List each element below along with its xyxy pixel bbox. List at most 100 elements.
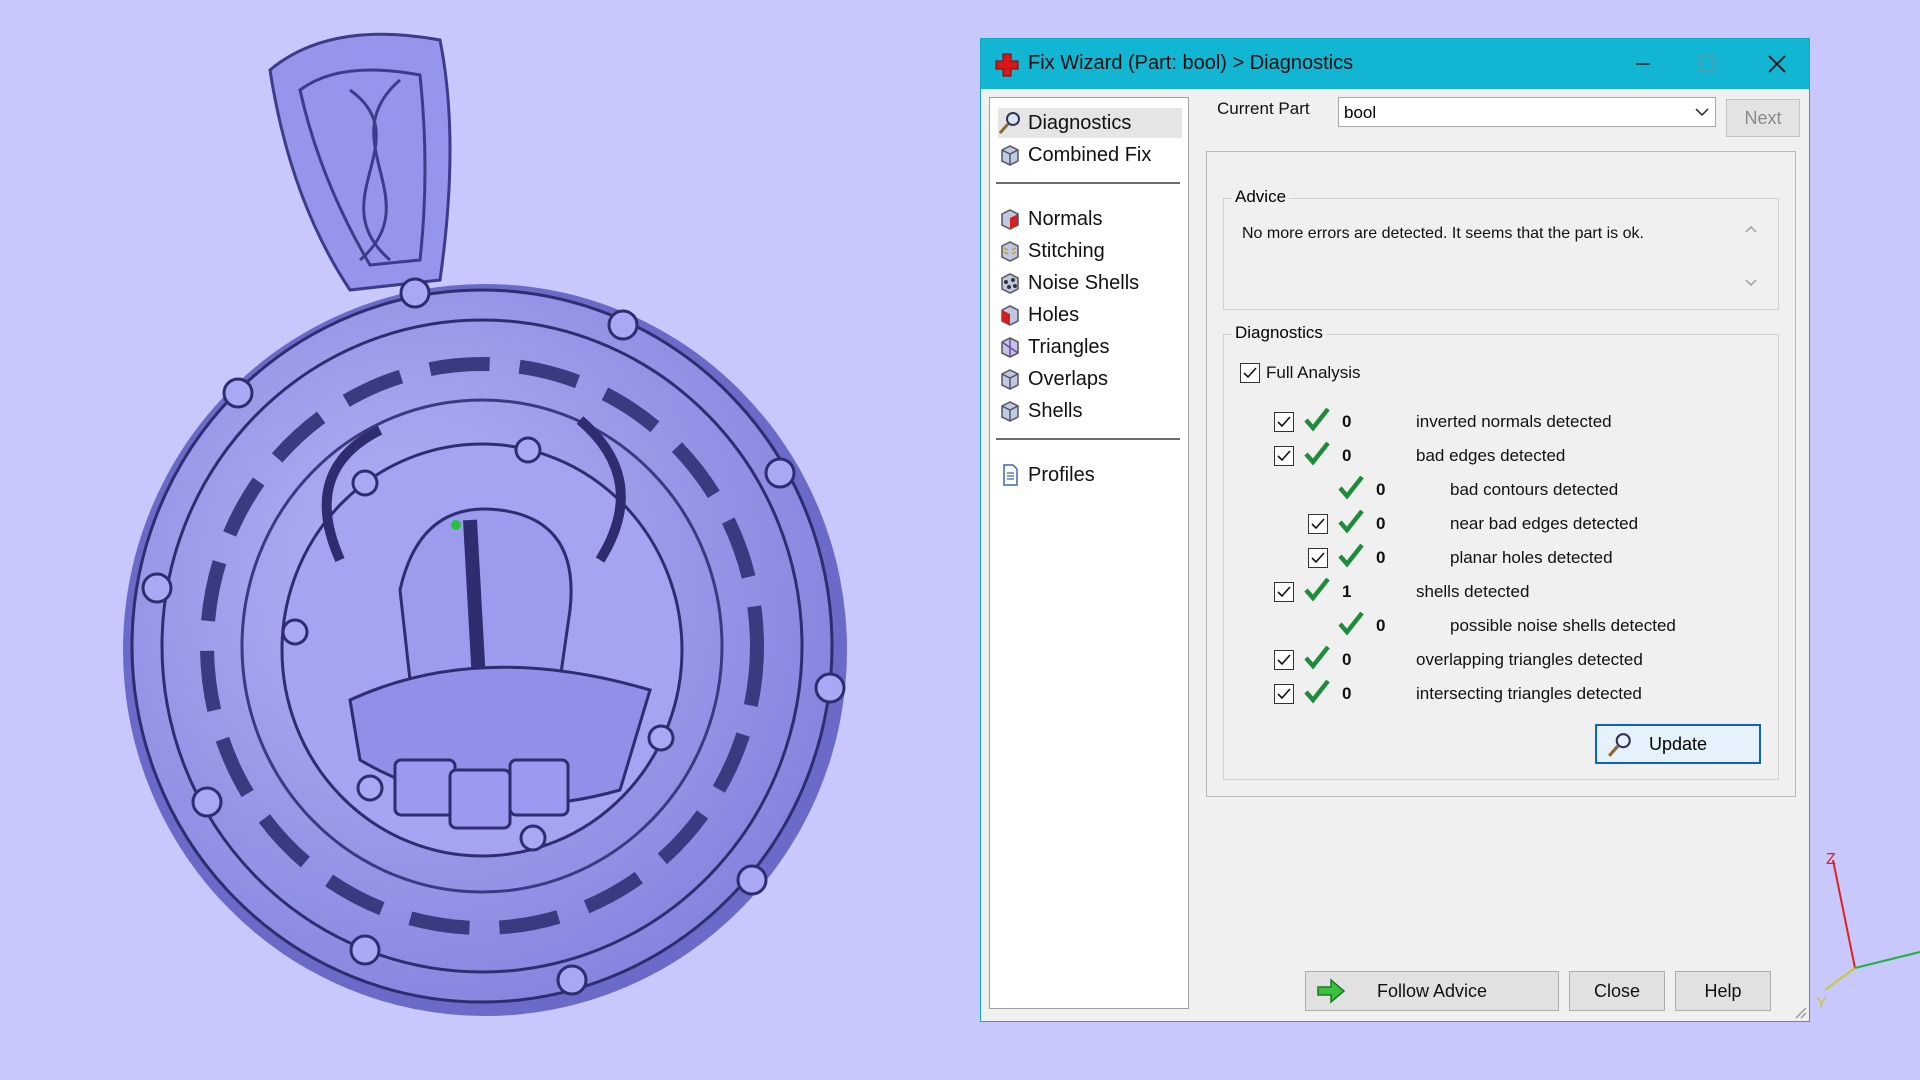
- magnifier-icon: [1607, 733, 1631, 757]
- advice-group: Advice No more errors are detected. It s…: [1223, 187, 1779, 310]
- row-checkbox[interactable]: [1308, 548, 1328, 568]
- row-count: 0: [1342, 684, 1352, 703]
- noise-shells-icon: [1001, 273, 1019, 294]
- row-count: 0: [1342, 412, 1352, 431]
- diagnostics-panel: Advice No more errors are detected. It s…: [1206, 151, 1796, 797]
- axis-y-label: Y: [1816, 995, 1827, 1012]
- green-check-icon: [1338, 509, 1364, 534]
- nav-item-noise-shells[interactable]: Noise Shells: [998, 268, 1182, 298]
- update-button[interactable]: Update: [1595, 724, 1761, 764]
- nav-item-label: Profiles: [1028, 463, 1095, 486]
- diagnostics-group: Diagnostics Full Analysis 0 inverted nor…: [1223, 323, 1779, 780]
- full-analysis-checkbox[interactable]: [1240, 363, 1260, 383]
- nav-item-overlaps[interactable]: Overlaps: [998, 364, 1182, 394]
- checkmark-icon: [1277, 586, 1291, 598]
- profile-document-icon: [1003, 464, 1018, 486]
- row-label: shells detected: [1416, 582, 1530, 601]
- current-part-label: Current Part: [1217, 99, 1310, 118]
- nav-item-diagnostics[interactable]: Diagnostics: [998, 108, 1182, 138]
- row-label: bad contours detected: [1450, 480, 1619, 499]
- row-label: near bad edges detected: [1450, 514, 1639, 533]
- row-checkbox[interactable]: [1274, 650, 1294, 670]
- row-checkbox[interactable]: [1274, 446, 1294, 466]
- minimize-button[interactable]: [1611, 39, 1675, 89]
- nav-item-stitching[interactable]: Stitching: [998, 236, 1182, 266]
- advice-text: No more errors are detected. It seems th…: [1242, 225, 1644, 242]
- green-check-icon: [1338, 543, 1364, 568]
- green-check-icon: [1304, 407, 1330, 432]
- stitching-icon: [1001, 241, 1019, 262]
- green-check-icon: [1304, 441, 1330, 466]
- maximize-button[interactable]: [1675, 39, 1739, 89]
- help-button-label: Help: [1704, 980, 1742, 1001]
- green-arrow-icon: [1317, 978, 1346, 1004]
- cube-icon: [1001, 145, 1019, 166]
- row-count: 0: [1342, 650, 1352, 669]
- close-window-button[interactable]: [1745, 39, 1809, 89]
- help-button[interactable]: Help: [1675, 971, 1771, 1011]
- green-check-icon: [1304, 645, 1330, 670]
- nav-item-holes[interactable]: Holes: [998, 300, 1182, 330]
- nav-item-label: Holes: [1028, 303, 1080, 326]
- fix-wizard-dialog: Fix Wizard (Part: bool) > Diagnostics Di…: [980, 38, 1810, 1022]
- row-label: possible noise shells detected: [1450, 616, 1676, 635]
- green-check-icon: [1338, 611, 1364, 636]
- row-checkbox[interactable]: [1308, 514, 1328, 534]
- advice-scrollbar[interactable]: [1740, 219, 1762, 295]
- close-button[interactable]: Close: [1569, 971, 1665, 1011]
- update-button-label: Update: [1648, 733, 1708, 754]
- minimize-icon: [1636, 63, 1650, 65]
- diagnostics-title: Diagnostics: [1232, 323, 1326, 343]
- nav-item-label: Shells: [1028, 399, 1083, 422]
- maximize-icon: [1699, 56, 1715, 72]
- nav-separator: [996, 182, 1180, 184]
- axis-z-label: Z: [1826, 851, 1836, 868]
- row-checkbox[interactable]: [1274, 684, 1294, 704]
- current-part-value: bool: [1344, 103, 1377, 122]
- nav-item-normals[interactable]: Normals: [998, 204, 1182, 234]
- follow-advice-button[interactable]: Follow Advice: [1305, 971, 1559, 1011]
- title-bar[interactable]: Fix Wizard (Part: bool) > Diagnostics: [981, 39, 1809, 89]
- normals-icon: [1001, 209, 1019, 230]
- row-count: 0: [1376, 548, 1386, 567]
- checkmark-icon: [1277, 654, 1291, 666]
- advice-title: Advice: [1232, 187, 1290, 207]
- next-button[interactable]: Next: [1726, 99, 1800, 137]
- holes-icon: [1001, 305, 1019, 326]
- nav-item-label: Noise Shells: [1028, 271, 1140, 294]
- nav-item-label: Stitching: [1028, 239, 1105, 262]
- row-label: intersecting triangles detected: [1416, 684, 1642, 703]
- magnifier-icon: [998, 112, 1020, 134]
- resize-grip-icon[interactable]: [1793, 1005, 1807, 1019]
- nav-item-label: Normals: [1028, 207, 1103, 230]
- chevron-down-icon: [1695, 108, 1709, 117]
- checkmark-icon: [1311, 518, 1325, 530]
- row-label: inverted normals detected: [1416, 412, 1612, 431]
- scroll-up-icon: [1745, 225, 1757, 233]
- scroll-down-icon: [1745, 279, 1757, 287]
- row-checkbox[interactable]: [1274, 412, 1294, 432]
- red-cross-icon: [995, 53, 1019, 77]
- nav-item-triangles[interactable]: Triangles: [998, 332, 1182, 362]
- nav-item-shells[interactable]: Shells: [998, 396, 1182, 426]
- current-part-select[interactable]: bool: [1338, 97, 1716, 127]
- nav-item-label: Overlaps: [1028, 367, 1109, 390]
- checkmark-icon: [1311, 552, 1325, 564]
- overlaps-icon: [1001, 369, 1019, 390]
- nav-item-label: Diagnostics: [1028, 111, 1132, 134]
- close-icon: [1768, 55, 1786, 73]
- triangles-icon: [1001, 337, 1019, 358]
- row-checkbox[interactable]: [1274, 582, 1294, 602]
- window-title: Fix Wizard (Part: bool) > Diagnostics: [1028, 52, 1354, 74]
- follow-advice-label: Follow Advice: [1376, 980, 1488, 1001]
- close-button-label: Close: [1593, 980, 1641, 1001]
- green-check-icon: [1304, 679, 1330, 704]
- row-label: overlapping triangles detected: [1416, 650, 1643, 669]
- nav-item-label: Combined Fix: [1028, 143, 1152, 166]
- checkmark-icon: [1277, 450, 1291, 462]
- nav-item-profiles[interactable]: Profiles: [998, 460, 1182, 490]
- nav-item-label: Triangles: [1028, 335, 1110, 358]
- nav-item-combined-fix[interactable]: Combined Fix: [998, 140, 1182, 170]
- pendant-model: [123, 32, 847, 1016]
- axis-triad: Z Y: [1816, 851, 1920, 1012]
